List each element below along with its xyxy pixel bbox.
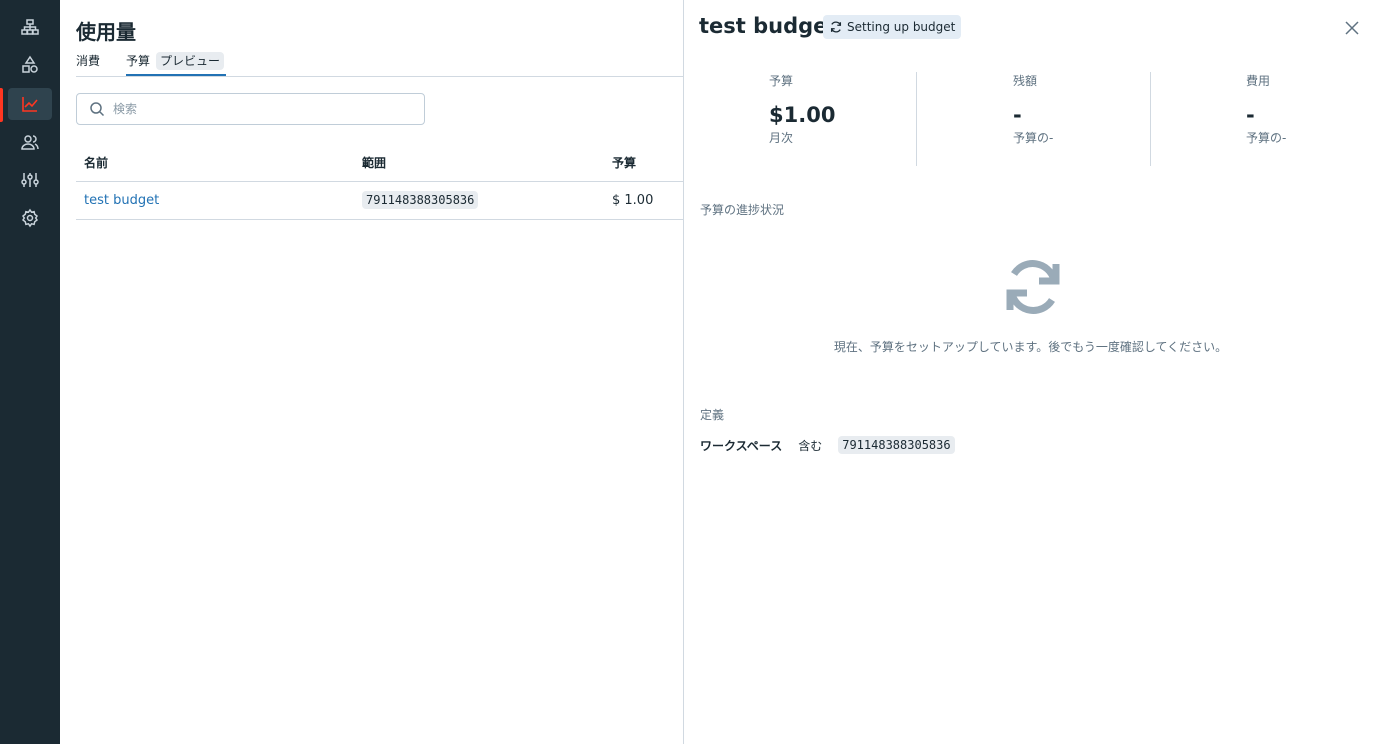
budget-detail-panel: test budget Setting up budget 予算 $1.00 月…	[683, 0, 1376, 744]
sidebar-item-settings-sliders[interactable]	[8, 164, 52, 196]
tab-label: 予算	[126, 54, 151, 68]
tab-label: 消費	[76, 54, 101, 68]
status-text: Setting up budget	[847, 20, 956, 34]
budget-amount-cell: $ 1.00	[612, 193, 654, 208]
sidebar-item-usage[interactable]	[8, 88, 52, 120]
search-icon	[90, 102, 105, 117]
tabs: 消費 予算 プレビュー	[76, 52, 227, 76]
scope-cell: 791148388305836	[362, 191, 612, 209]
usage-page: 使用量 消費 予算 プレビュー 名前 範囲 予算 test budget 791…	[60, 0, 684, 744]
definition-row: ワークスペース 含む 791148388305836	[700, 436, 955, 454]
table-row[interactable]: test budget 791148388305836 $ 1.00	[76, 182, 684, 220]
panel-title: test budget	[699, 14, 838, 38]
workspace-id-chip: 791148388305836	[362, 191, 479, 209]
close-icon	[1345, 21, 1359, 35]
sidebar-item-catalog[interactable]	[8, 49, 52, 81]
progress-section-label: 予算の進捗状況	[700, 203, 785, 217]
stat-divider	[916, 72, 917, 166]
shapes-icon	[22, 55, 38, 73]
tabs-divider	[76, 76, 684, 77]
sidebar-item-workflows[interactable]	[8, 11, 52, 43]
search-input[interactable]	[113, 102, 413, 116]
sitemap-icon	[21, 19, 39, 35]
stat-remaining: 残額 - 予算の-	[1013, 72, 1053, 166]
workspace-id-chip: 791148388305836	[838, 436, 955, 454]
stat-value: $1.00	[769, 103, 836, 127]
refresh-icon	[830, 21, 842, 33]
table-header: 名前 範囲 予算	[76, 144, 684, 182]
sliders-icon	[21, 173, 39, 187]
definition-kind: ワークスペース	[700, 438, 783, 453]
page-title: 使用量	[76, 20, 136, 44]
stat-label: 残額	[1013, 74, 1038, 88]
tab-consumption[interactable]: 消費	[76, 52, 126, 76]
stat-sub: 月次	[769, 131, 794, 145]
budget-table: 名前 範囲 予算 test budget 791148388305836 $ 1…	[76, 144, 684, 220]
budget-stats: 予算 $1.00 月次 残額 - 予算の- 費用 - 予算の-	[684, 72, 1376, 166]
stat-divider	[1150, 72, 1151, 166]
column-header-scope[interactable]: 範囲	[362, 154, 612, 171]
column-header-name[interactable]: 名前	[76, 154, 362, 171]
search-box[interactable]	[76, 93, 425, 125]
close-button[interactable]	[1340, 16, 1364, 40]
stat-cost: 費用 - 予算の-	[1246, 72, 1286, 166]
tab-budget[interactable]: 予算 プレビュー	[126, 52, 227, 76]
active-indicator	[0, 88, 3, 122]
stat-value: -	[1246, 103, 1255, 127]
status-badge: Setting up budget	[823, 15, 962, 39]
column-header-budget[interactable]: 予算	[612, 154, 684, 171]
loading-spinner-icon	[1004, 258, 1062, 316]
chart-line-icon	[22, 97, 38, 112]
stat-label: 予算	[769, 74, 794, 88]
sidebar-item-settings[interactable]	[8, 202, 52, 234]
setup-message: 現在、予算をセットアップしています。後でもう一度確認してください。	[833, 340, 1228, 354]
gear-icon	[21, 208, 39, 228]
definition-section-label: 定義	[700, 408, 725, 422]
stat-sub: 予算の-	[1246, 131, 1287, 145]
preview-tag: プレビュー	[156, 52, 225, 70]
stat-budget: 予算 $1.00 月次	[769, 72, 835, 166]
budget-name-link[interactable]: test budget	[84, 193, 159, 208]
sidebar	[0, 0, 60, 744]
budget-name-cell: test budget	[76, 193, 362, 208]
stat-sub: 予算の-	[1013, 131, 1054, 145]
stat-label: 費用	[1246, 74, 1271, 88]
definition-operator: 含む	[798, 438, 823, 453]
users-icon	[21, 135, 39, 150]
stat-value: -	[1013, 103, 1022, 127]
sidebar-item-users[interactable]	[8, 126, 52, 158]
